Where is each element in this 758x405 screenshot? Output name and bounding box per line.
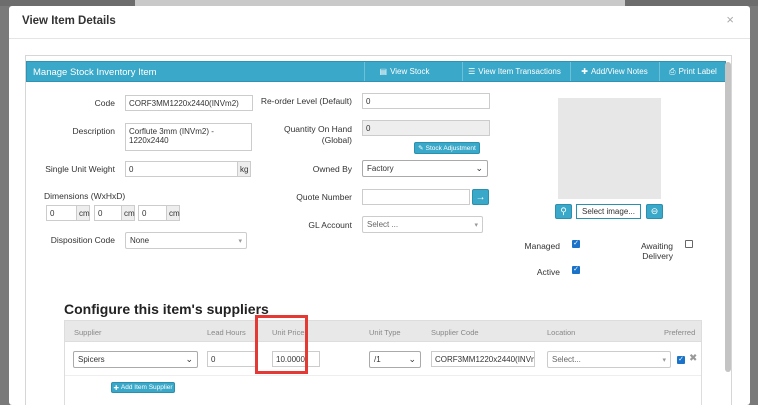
search-icon[interactable]: ⚲ bbox=[555, 204, 572, 219]
view-stock-button[interactable]: ▤ View Stock bbox=[364, 62, 444, 81]
weight-unit-addon: kg bbox=[237, 161, 251, 177]
close-icon[interactable]: × bbox=[726, 12, 734, 27]
quote-number-input[interactable] bbox=[362, 189, 470, 205]
stock-adjustment-label: Stock Adjustment bbox=[425, 144, 476, 152]
description-textarea[interactable]: Corflute 3mm (INVm2) - 1220x2440 bbox=[125, 123, 252, 151]
single-unit-weight-input[interactable]: 0 bbox=[125, 161, 238, 177]
single-unit-weight-label: Single Unit Weight bbox=[45, 164, 115, 174]
suppliers-table-header: Supplier Lead Hours Unit Price Unit Type… bbox=[65, 321, 701, 342]
owned-by-value: Factory bbox=[367, 164, 394, 173]
supplier-value: Spicers bbox=[78, 355, 105, 364]
managed-checkbox[interactable]: ✓ bbox=[572, 240, 580, 248]
modal-header: View Item Details × bbox=[9, 6, 750, 39]
select-image-field[interactable]: Select image... bbox=[576, 204, 641, 219]
location-value: Select... bbox=[552, 355, 581, 364]
gl-account-select[interactable]: Select ... ▾ bbox=[362, 216, 483, 233]
code-label: Code bbox=[94, 98, 115, 108]
chevron-down-icon: ⌄ bbox=[185, 354, 193, 364]
chevron-down-icon: ⌄ bbox=[475, 163, 483, 173]
dimension-width-input[interactable]: 0 bbox=[46, 205, 77, 221]
add-item-supplier-label: Add Item Supplier bbox=[120, 384, 173, 391]
quantity-on-hand-input: 0 bbox=[362, 120, 490, 136]
chevron-down-icon: ▾ bbox=[238, 238, 242, 245]
reorder-level-label: Re-order Level (Default) bbox=[260, 96, 352, 106]
print-label-button[interactable]: ⎙ Print Label bbox=[659, 62, 726, 81]
add-item-supplier-button[interactable]: ✚ Add Item Supplier bbox=[111, 382, 175, 393]
gl-account-label: GL Account bbox=[308, 220, 352, 230]
stock-icon: ▤ bbox=[379, 67, 388, 76]
active-checkbox[interactable]: ✓ bbox=[572, 266, 580, 274]
chevron-down-icon: ▾ bbox=[662, 357, 666, 364]
item-image-placeholder bbox=[558, 98, 661, 199]
col-lead-hours: Lead Hours bbox=[207, 328, 246, 337]
height-unit-addon: cm bbox=[121, 205, 135, 221]
chevron-down-icon: ⌄ bbox=[408, 354, 416, 364]
list-icon: ☰ bbox=[468, 67, 476, 76]
code-input[interactable]: CORF3MM1220x2440(INVm2) bbox=[125, 95, 253, 111]
disposition-code-value: None bbox=[130, 236, 150, 245]
delete-row-icon[interactable]: ✖ bbox=[689, 353, 697, 364]
chevron-down-icon: ▾ bbox=[474, 222, 478, 229]
plus-icon: ✚ bbox=[113, 384, 119, 392]
stock-adjustment-button[interactable]: ✎ Stock Adjustment bbox=[414, 142, 480, 154]
modal-title: View Item Details bbox=[22, 15, 116, 27]
quantity-on-hand-sublabel: (Global) bbox=[321, 135, 352, 145]
disposition-code-select[interactable]: None ▾ bbox=[125, 232, 247, 249]
modal-scrollbar[interactable] bbox=[725, 62, 731, 372]
print-label-label: Print Label bbox=[678, 67, 717, 76]
width-unit-addon: cm bbox=[76, 205, 90, 221]
clear-image-icon[interactable]: ⊖ bbox=[646, 204, 663, 219]
quantity-on-hand-label: Quantity On Hand bbox=[283, 124, 352, 134]
reorder-level-input[interactable]: 0 bbox=[362, 93, 490, 109]
awaiting-delivery-checkbox[interactable] bbox=[685, 240, 693, 248]
view-stock-label: View Stock bbox=[390, 67, 430, 76]
add-view-notes-button[interactable]: ✚ Add/View Notes bbox=[570, 62, 658, 81]
dimension-height-input[interactable]: 0 bbox=[94, 205, 122, 221]
dimension-depth-input[interactable]: 0 bbox=[138, 205, 167, 221]
owned-by-select[interactable]: Factory ⌄ bbox=[362, 160, 488, 177]
arrow-right-icon[interactable]: → bbox=[472, 189, 489, 205]
panel-header-bar: Manage Stock Inventory Item ▤ View Stock… bbox=[26, 61, 726, 82]
suppliers-table: Supplier Lead Hours Unit Price Unit Type… bbox=[64, 320, 702, 405]
view-item-transactions-button[interactable]: ☰ View Item Transactions bbox=[462, 62, 566, 81]
managed-label: Managed bbox=[524, 241, 560, 251]
print-icon: ⎙ bbox=[669, 66, 676, 76]
dimensions-label: Dimensions (WxHxD) bbox=[44, 191, 126, 201]
owned-by-label: Owned By bbox=[312, 164, 352, 174]
suppliers-section-title: Configure this item's suppliers bbox=[64, 301, 269, 317]
col-location: Location bbox=[547, 328, 576, 337]
view-item-transactions-label: View Item Transactions bbox=[478, 67, 561, 76]
unit-price-highlight-box bbox=[255, 315, 308, 374]
col-unit-type: Unit Type bbox=[369, 328, 401, 337]
modal-content: Manage Stock Inventory Item ▤ View Stock… bbox=[25, 55, 732, 405]
quote-number-label: Quote Number bbox=[296, 192, 352, 202]
col-preferred: Preferred bbox=[664, 328, 696, 337]
add-view-notes-label: Add/View Notes bbox=[590, 67, 648, 76]
supplier-select[interactable]: Spicers ⌄ bbox=[73, 351, 198, 368]
plus-icon: ✚ bbox=[581, 67, 588, 76]
panel-title: Manage Stock Inventory Item bbox=[33, 67, 157, 78]
location-select[interactable]: Select... ▾ bbox=[547, 351, 671, 368]
view-item-details-modal: View Item Details × Manage Stock Invento… bbox=[9, 6, 750, 405]
col-supplier-code: Supplier Code bbox=[431, 328, 479, 337]
unit-type-value: /1 bbox=[374, 355, 381, 364]
col-supplier: Supplier bbox=[74, 328, 102, 337]
preferred-checkbox[interactable]: ✓ bbox=[677, 356, 685, 364]
disposition-code-label: Disposition Code bbox=[50, 235, 115, 245]
depth-unit-addon: cm bbox=[166, 205, 180, 221]
lead-hours-input[interactable]: 0 bbox=[207, 351, 257, 367]
gl-account-value: Select ... bbox=[367, 220, 399, 229]
active-label: Active bbox=[536, 267, 560, 277]
supplier-code-input[interactable]: CORF3MM1220x2440(INVm bbox=[431, 351, 535, 367]
unit-type-select[interactable]: /1 ⌄ bbox=[369, 351, 421, 368]
edit-icon: ✎ bbox=[418, 145, 424, 152]
awaiting-delivery-label: Awaiting Delivery bbox=[641, 241, 673, 261]
description-label: Description bbox=[72, 126, 115, 136]
